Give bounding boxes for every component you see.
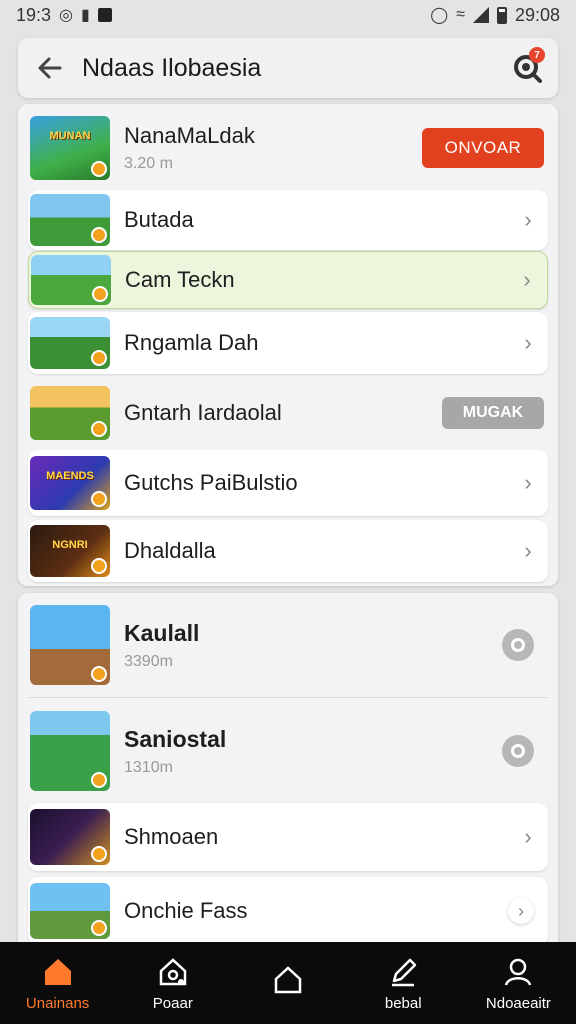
status-time-left: 19:3 [16, 4, 52, 25]
thumbnail-badge-icon [91, 161, 107, 177]
radio-button[interactable] [502, 735, 534, 767]
thumbnail-badge-icon [91, 227, 107, 243]
thumbnail-logo-text: MUNAN [49, 130, 91, 142]
item-title: Shmoaen [124, 824, 219, 849]
list-item-selected[interactable]: Cam Teckn › [28, 251, 548, 309]
chevron-right-icon: › [524, 824, 532, 849]
app-thumbnail: NGNRI [30, 525, 110, 577]
thumbnail-badge-icon [91, 920, 107, 936]
thumbnail-badge-icon [91, 558, 107, 574]
app-thumbnail [30, 317, 110, 369]
app-thumbnail [30, 386, 110, 440]
nav-profile[interactable]: Ndoaeaitr [461, 942, 576, 1024]
item-title: Dhaldalla [124, 538, 216, 563]
chevron-right-icon: › [524, 470, 532, 495]
item-title: Rngamla Dah [124, 330, 259, 355]
list-item[interactable]: Butada › [28, 190, 548, 250]
pencil-icon [392, 958, 417, 986]
list-item[interactable]: Onchie Fass › [28, 877, 548, 945]
item-title: Cam Teckn [125, 267, 235, 292]
update-button[interactable]: MUGAK [442, 397, 544, 429]
notification-badge: 7 [529, 47, 545, 63]
app-icon [97, 8, 112, 22]
item-title: Gutchs PaiBulstio [124, 470, 298, 495]
app-thumbnail: MAENDS [30, 456, 110, 510]
nav-edit[interactable]: bebal [346, 942, 461, 1024]
nav-label: bebal [384, 994, 422, 1012]
top-app-bar: Ndaas Ilobaesia 7 [18, 38, 558, 98]
radio-button[interactable] [502, 629, 534, 661]
status-bar: 19:3 ◎ ▮ ◯ ≈ 29:08 [0, 0, 576, 30]
item-title: Saniostal [124, 725, 227, 752]
list-item[interactable]: Saniostal 1310m [28, 705, 548, 797]
install-button[interactable]: ONVOAR [422, 128, 544, 168]
thumbnail-badge-icon [92, 286, 108, 302]
chevron-right-icon: › [524, 330, 532, 355]
wifi-icon: ≈ [456, 6, 465, 23]
nav-label: Poaar [152, 994, 193, 1012]
divider [28, 697, 548, 698]
thumbnail-badge-icon [91, 421, 107, 437]
house-icon [274, 966, 302, 994]
list-item[interactable]: Shmoaen › [28, 803, 548, 871]
page-title: Ndaas Ilobaesia [82, 53, 262, 82]
nav-label: Ndoaeaitr [485, 994, 551, 1012]
chevron-right-icon: › [524, 538, 532, 563]
app-thumbnail [30, 883, 110, 939]
app-thumbnail [30, 809, 110, 865]
house-settings-icon [159, 957, 187, 985]
search-button[interactable]: 7 [498, 38, 558, 98]
list-item[interactable]: MUNAN NanaMaLdak 3.20 m ONVOAR [28, 110, 548, 186]
battery-icon [496, 6, 507, 24]
list-item[interactable]: Rngamla Dah › [28, 312, 548, 374]
thumbnail-logo-text: NGNRI [52, 539, 88, 551]
nav-games[interactable]: Poaar [115, 942, 230, 1024]
sim-icon: ▮ [81, 7, 90, 24]
list-item[interactable]: Kaulall 3390m [28, 599, 548, 691]
item-title: Onchie Fass [124, 898, 248, 923]
chevron-right-icon: › [523, 267, 531, 292]
thumbnail-badge-icon [91, 666, 107, 682]
app-thumbnail [30, 194, 110, 246]
back-arrow-icon [38, 57, 62, 79]
back-button[interactable] [18, 38, 82, 98]
alarm-icon: ◯ [430, 7, 449, 24]
app-thumbnail [31, 255, 111, 305]
item-size: 3390m [124, 652, 173, 670]
thumbnail-badge-icon [91, 491, 107, 507]
notification-icon: ◎ [59, 7, 74, 24]
list-item[interactable]: Gntarh Iardaolal MUGAK [28, 380, 548, 446]
item-size: 3.20 m [124, 155, 173, 172]
home-icon [44, 958, 71, 985]
thumbnail-badge-icon [91, 846, 107, 862]
item-title: Gntarh Iardaolal [124, 400, 282, 425]
status-time-right: 29:08 [514, 4, 560, 25]
app-thumbnail [30, 605, 110, 685]
signal-icon [472, 7, 489, 23]
thumbnail-badge-icon [91, 350, 107, 366]
user-icon [505, 958, 532, 986]
list-item[interactable]: NGNRI Dhaldalla › [28, 520, 548, 582]
app-thumbnail: MUNAN [30, 116, 110, 180]
bottom-navigation: Unainans Poaar bebal Ndoaeaitr [0, 942, 576, 1024]
item-title: NanaMaLdak [124, 123, 255, 148]
item-size: 1310m [124, 758, 173, 776]
thumbnail-badge-icon [91, 772, 107, 788]
chevron-right-icon: › [524, 207, 532, 232]
item-title: Kaulall [124, 619, 200, 646]
nav-label: Unainans [25, 994, 90, 1012]
nav-home[interactable]: Unainans [0, 942, 115, 1024]
app-list-card: MUNAN NanaMaLdak 3.20 m ONVOAR Butada › … [18, 104, 558, 586]
nav-center[interactable] [230, 942, 345, 1024]
thumbnail-logo-text: MAENDS [46, 470, 94, 482]
app-thumbnail [30, 711, 110, 791]
chevron-right-icon: › [508, 898, 534, 924]
list-item[interactable]: MAENDS Gutchs PaiBulstio › [28, 450, 548, 516]
item-title: Butada [124, 207, 194, 232]
app-list-card: Kaulall 3390m Saniostal 1310m Shmoaen › … [18, 593, 558, 953]
